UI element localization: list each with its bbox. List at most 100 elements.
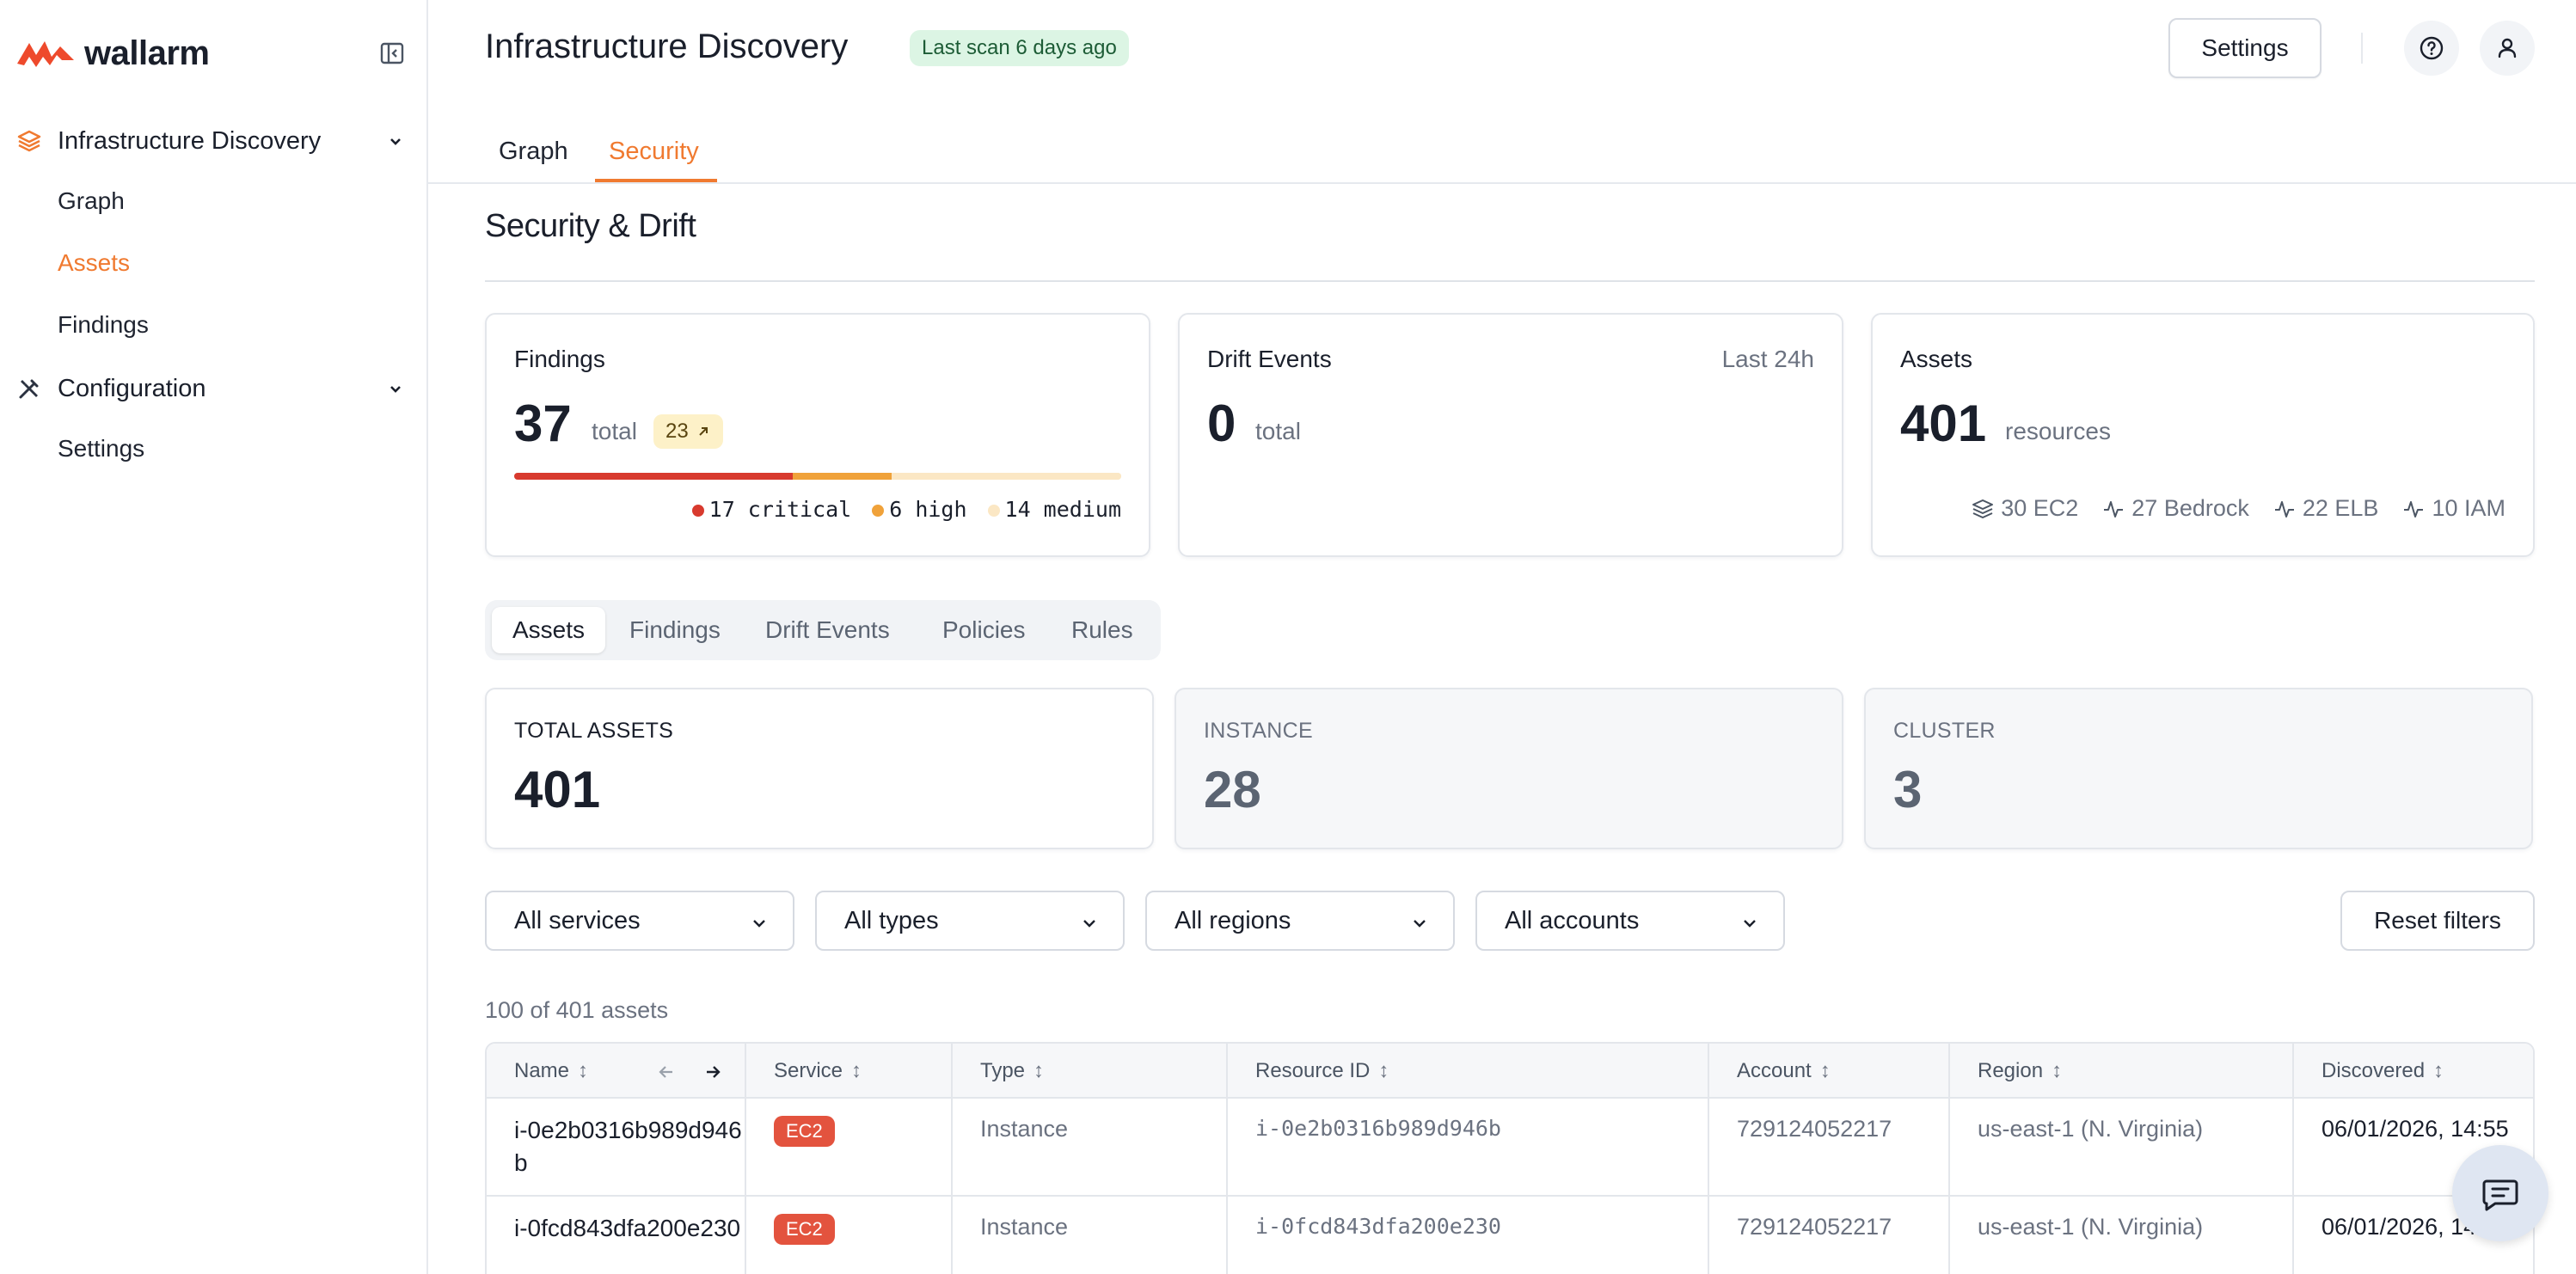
sidebar-group-configuration[interactable]: Configuration [0, 363, 428, 414]
count-label: INSTANCE [1204, 719, 1313, 743]
chat-button[interactable] [2452, 1145, 2548, 1241]
subtab-policies[interactable]: Policies [922, 607, 1046, 653]
assets-card[interactable]: Assets 401 resources 30 EC2 27 Bedrock 2… [1871, 313, 2535, 557]
subtab-findings[interactable]: Findings [609, 607, 741, 653]
cluster-count-card[interactable]: CLUSTER 3 [1864, 688, 2533, 849]
findings-card[interactable]: Findings 37 total 23 17 critical 6 high … [485, 313, 1150, 557]
count-label: CLUSTER [1893, 719, 1996, 743]
count-value: 28 [1204, 761, 1261, 818]
chevron-down-icon [1083, 920, 1095, 928]
sidebar-group-infrastructure-discovery[interactable]: Infrastructure Discovery [0, 115, 428, 167]
column-header-service[interactable]: Service ↕ [774, 1044, 862, 1099]
subtab-assets[interactable]: Assets [492, 607, 606, 653]
tabs-divider [428, 182, 2576, 184]
sidebar-item-settings[interactable]: Settings [58, 435, 144, 462]
assets-unit: resources [2005, 418, 2111, 444]
table-row[interactable]: i-0fcd843dfa200e230 EC2 Instance i-0fcd8… [487, 1197, 2533, 1274]
sort-icon: ↕ [2433, 1059, 2444, 1082]
severity-segment-0 [514, 473, 794, 480]
sort-icon: ↕ [1378, 1059, 1389, 1082]
sidebar-item-assets[interactable]: Assets [58, 249, 130, 277]
asset-name[interactable]: i-0e2b0316b989d946b [514, 1114, 748, 1183]
chevron-down-icon [390, 386, 401, 393]
sidebar-collapse-button[interactable] [378, 40, 406, 67]
subtab-rules[interactable]: Rules [1051, 607, 1154, 653]
security-subtabs: Assets Findings Drift Events Policies Ru… [485, 600, 1161, 660]
accounts-filter-select[interactable]: All accounts [1475, 891, 1785, 951]
account-id: 729124052217 [1737, 1116, 1892, 1142]
total-assets-card[interactable]: TOTAL ASSETS 401 [485, 688, 1154, 849]
select-value: All regions [1175, 906, 1291, 934]
sort-icon: ↕ [851, 1059, 862, 1082]
drift-events-card[interactable]: Drift Events Last 24h 0 total [1178, 313, 1843, 557]
drift-unit: total [1255, 418, 1301, 444]
asset-type-breakdown: 30 EC2 27 Bedrock 22 ELB 10 IAM [1972, 495, 2505, 522]
asset-type-elb: 22 ELB [2273, 495, 2378, 522]
discovered-date: 06/01/2026, 14:55 [2321, 1116, 2509, 1142]
table-row[interactable]: i-0e2b0316b989d946b EC2 Instance i-0e2b0… [487, 1099, 2533, 1197]
chevron-down-icon [753, 920, 765, 928]
activity-icon [2104, 500, 2124, 518]
findings-trend-value: 23 [665, 420, 689, 443]
header-divider [2361, 33, 2363, 64]
asset-type: Instance [980, 1116, 1069, 1142]
services-filter-select[interactable]: All services [485, 891, 794, 951]
asset-type-ec2: 30 EC2 [1972, 495, 2078, 522]
instance-count-card[interactable]: INSTANCE 28 [1175, 688, 1843, 849]
column-header-resource-id[interactable]: Resource ID ↕ [1255, 1044, 1389, 1099]
help-button[interactable] [2404, 21, 2459, 76]
chevron-down-icon [390, 138, 401, 145]
severity-segment-2 [891, 473, 1121, 480]
sidebar-collapse-icon [380, 42, 404, 64]
severity-segment-1 [793, 473, 892, 480]
subtab-drift-events[interactable]: Drift Events [745, 607, 911, 653]
findings-card-label: Findings [514, 346, 605, 372]
tab-security[interactable]: Security [609, 138, 699, 166]
column-header-name[interactable]: Name ↕ [514, 1044, 588, 1099]
types-filter-select[interactable]: All types [815, 891, 1125, 951]
asset-type-iam: 10 IAM [2402, 495, 2505, 522]
user-button[interactable] [2480, 21, 2535, 76]
account-id: 729124052217 [1737, 1214, 1892, 1240]
chat-icon [2482, 1179, 2518, 1211]
asset-name[interactable]: i-0fcd843dfa200e230 [514, 1212, 748, 1246]
settings-button[interactable]: Settings [2168, 18, 2321, 78]
medium-dot-icon [987, 505, 1000, 517]
service-badge: EC2 [774, 1214, 835, 1245]
count-value: 3 [1893, 761, 1923, 818]
column-header-discovered[interactable]: Discovered ↕ [2321, 1044, 2444, 1099]
section-title: Security & Drift [485, 208, 696, 244]
logo[interactable]: wallarm [17, 33, 210, 74]
assets-card-label: Assets [1900, 346, 1973, 372]
column-header-region[interactable]: Region ↕ [1978, 1044, 2062, 1099]
sidebar-item-findings[interactable]: Findings [58, 311, 149, 339]
select-value: All types [844, 906, 939, 934]
column-header-type[interactable]: Type ↕ [980, 1044, 1044, 1099]
service-badge: EC2 [774, 1116, 835, 1147]
arrow-right-icon[interactable] [702, 1061, 724, 1083]
column-header-account[interactable]: Account ↕ [1737, 1044, 1831, 1099]
asset-type: Instance [980, 1214, 1069, 1240]
regions-filter-select[interactable]: All regions [1145, 891, 1455, 951]
sort-icon: ↕ [2052, 1059, 2063, 1082]
page-title: Infrastructure Discovery [485, 28, 849, 65]
drift-period: Last 24h [1721, 346, 1814, 372]
sidebar: wallarm Infrastructure Discovery Graph A… [0, 0, 428, 1274]
count-value: 401 [514, 761, 601, 818]
assets-table: Name ↕ Service ↕ Type ↕ Resource ID ↕ Accoun… [485, 1042, 2535, 1274]
assets-total: 401 [1900, 395, 1987, 452]
sort-icon: ↕ [1033, 1059, 1045, 1082]
last-scan-badge: Last scan 6 days ago [910, 30, 1129, 66]
arrow-left-icon[interactable] [655, 1061, 678, 1083]
critical-dot-icon [691, 505, 704, 517]
reset-filters-button[interactable]: Reset filters [2340, 891, 2535, 951]
severity-medium: 14 medium [987, 497, 1121, 522]
layers-icon [1972, 499, 1994, 518]
sort-icon: ↕ [1819, 1059, 1831, 1082]
user-icon [2498, 38, 2517, 58]
count-label: TOTAL ASSETS [514, 719, 674, 743]
asset-count-text: 100 of 401 assets [485, 997, 669, 1023]
activity-icon [2274, 500, 2294, 518]
tab-graph[interactable]: Graph [499, 138, 568, 166]
sidebar-item-graph[interactable]: Graph [58, 187, 125, 215]
